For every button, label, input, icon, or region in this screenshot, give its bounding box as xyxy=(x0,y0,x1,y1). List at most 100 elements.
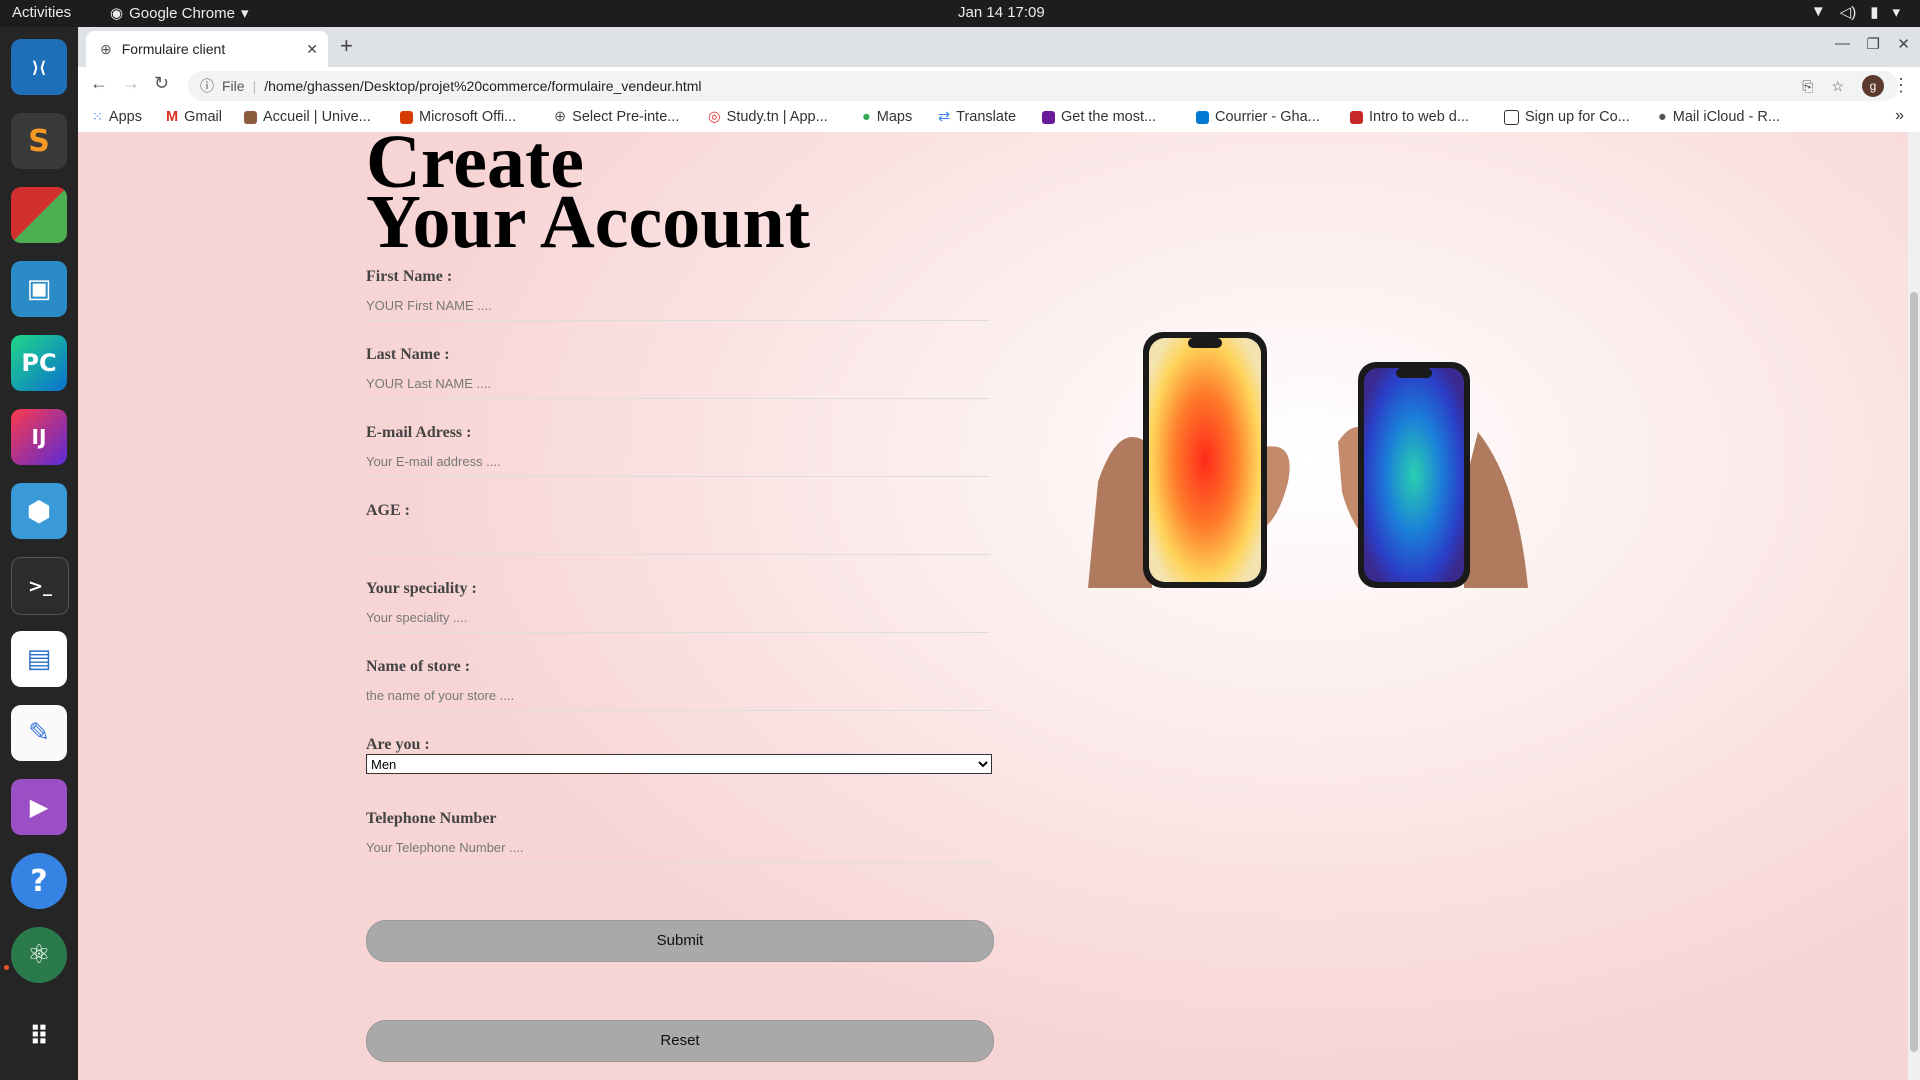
last-name-group: Last Name : xyxy=(366,346,990,399)
intellij-icon[interactable]: IJ xyxy=(11,409,67,465)
first-name-input[interactable] xyxy=(366,290,990,321)
bookmark-courrier[interactable]: Courrier - Gha... xyxy=(1196,109,1320,125)
document-viewer-icon[interactable]: ▤ xyxy=(11,631,67,687)
tab-formulaire-client[interactable]: ⊕ Formulaire client ✕ xyxy=(86,31,328,67)
running-indicator xyxy=(4,965,9,970)
restore-icon[interactable]: ❐ xyxy=(1867,35,1880,53)
translate-icon[interactable]: ⎘ xyxy=(1802,78,1813,95)
url-separator: | xyxy=(252,78,257,94)
apps-grid-icon: ⁙ xyxy=(92,109,103,124)
speciality-input[interactable] xyxy=(366,602,990,633)
atom-icon[interactable]: ⚛ xyxy=(11,927,67,983)
age-group: AGE : xyxy=(366,502,990,555)
chrome-icon: ◉ xyxy=(110,5,124,22)
app-menu[interactable]: ◉ Google Chrome ▾ xyxy=(110,4,249,23)
close-tab-icon[interactable]: ✕ xyxy=(306,41,318,58)
telephone-input[interactable] xyxy=(366,832,990,863)
app-icon[interactable] xyxy=(11,187,67,243)
bookmark-label: Maps xyxy=(876,109,913,125)
bookmark-label: Translate xyxy=(956,109,1017,125)
store-name-label: Name of store : xyxy=(366,658,471,675)
system-tray[interactable]: ▼ ◁) ▮ ▾ xyxy=(1811,3,1900,21)
bookmark-label: Get the most... xyxy=(1061,109,1157,125)
minimize-icon[interactable]: — xyxy=(1835,35,1850,52)
more-bookmarks-icon[interactable]: » xyxy=(1895,107,1904,125)
bookmark-gmail[interactable]: M Gmail xyxy=(166,109,222,125)
email-input[interactable] xyxy=(366,446,990,477)
vscode-icon[interactable]: ⟩⟨ xyxy=(11,39,67,95)
first-name-group: First Name : xyxy=(366,268,990,321)
bookmark-label: Study.tn | App... xyxy=(726,109,828,125)
scrollbar-thumb[interactable] xyxy=(1910,292,1918,1052)
dock: ⟩⟨ S ▣ PC IJ ⬢ >_ ▤ ✎ ▶ ? ⚛ ⠿ xyxy=(0,27,78,1080)
submit-button[interactable]: Submit xyxy=(366,920,994,962)
battery-icon: ▮ xyxy=(1870,4,1879,21)
globe-icon: ⊕ xyxy=(554,109,567,125)
telephone-group: Telephone Number xyxy=(366,810,990,863)
close-window-icon[interactable]: ✕ xyxy=(1897,35,1910,53)
bookmark-label: Sign up for Co... xyxy=(1525,109,1630,125)
text-editor-icon[interactable]: ✎ xyxy=(11,705,67,761)
terminal-icon[interactable]: >_ xyxy=(11,557,69,615)
gender-select[interactable]: Men xyxy=(366,754,992,774)
maps-pin-icon: ● xyxy=(862,109,871,125)
translate-icon: ⇄ xyxy=(938,109,951,125)
bookmark-icloud[interactable]: ● Mail iCloud - R... xyxy=(1658,109,1780,125)
phone-orange xyxy=(1143,332,1267,588)
apple-icon: ● xyxy=(1658,109,1667,125)
reset-button[interactable]: Reset xyxy=(366,1020,994,1062)
netbeans-icon[interactable]: ⬢ xyxy=(11,483,67,539)
bookmark-study[interactable]: ◎ Study.tn | App... xyxy=(708,109,828,125)
chevron-down-icon: ▾ xyxy=(240,5,249,22)
new-tab-button[interactable]: + xyxy=(340,33,353,59)
store-name-input[interactable] xyxy=(366,680,990,711)
clock[interactable]: Jan 14 17:09 xyxy=(958,4,1045,21)
chrome-menu-icon[interactable]: ⋮ xyxy=(1892,75,1910,96)
gender-label: Are you : xyxy=(366,736,430,753)
outlook-icon xyxy=(1196,110,1209,124)
browser-toolbar: ← → ↻ ⓘ File | /home/ghassen/Desktop/pro… xyxy=(78,67,1920,105)
chevron-down-icon: ▾ xyxy=(1892,4,1900,21)
bookmark-select-pre[interactable]: ⊕ Select Pre-inte... xyxy=(554,109,679,125)
info-icon[interactable]: ⓘ xyxy=(200,76,214,96)
bookmark-accueil[interactable]: Accueil | Unive... xyxy=(244,109,371,125)
speciality-label: Your speciality : xyxy=(366,580,477,597)
app-name: Google Chrome xyxy=(129,4,235,22)
bookmark-maps[interactable]: ● Maps xyxy=(862,109,912,125)
pycharm-icon[interactable]: PC xyxy=(11,335,67,391)
age-input[interactable] xyxy=(366,524,990,555)
bookmark-label: Gmail xyxy=(184,109,222,125)
bookmark-sign-up[interactable]: Sign up for Co... xyxy=(1504,109,1630,125)
bookmark-label: Microsoft Offi... xyxy=(419,109,517,125)
sublime-text-icon[interactable]: S xyxy=(11,113,67,169)
forward-icon[interactable]: → xyxy=(122,73,140,94)
email-group: E-mail Adress : xyxy=(366,424,990,477)
office-icon xyxy=(400,110,413,124)
profile-avatar[interactable]: g xyxy=(1862,75,1884,97)
page-scrollbar[interactable] xyxy=(1908,132,1920,1080)
app-icon[interactable]: ▣ xyxy=(11,261,67,317)
help-icon[interactable]: ? xyxy=(11,853,67,909)
site-icon xyxy=(1042,110,1055,124)
speciality-group: Your speciality : xyxy=(366,580,990,633)
site-icon xyxy=(244,110,257,124)
bookmark-label: Select Pre-inte... xyxy=(572,109,680,125)
last-name-input[interactable] xyxy=(366,368,990,399)
back-icon[interactable]: ← xyxy=(90,73,108,94)
title-line-2: Your Account xyxy=(366,180,811,264)
bookmark-intro-web[interactable]: Intro to web d... xyxy=(1350,109,1469,125)
address-bar[interactable]: ⓘ File | /home/ghassen/Desktop/projet%20… xyxy=(188,71,1898,101)
bookmark-translate[interactable]: ⇄ Translate xyxy=(938,109,1016,125)
bookmark-get-the-most[interactable]: Get the most... xyxy=(1042,109,1156,125)
activities-button[interactable]: Activities xyxy=(12,4,71,21)
videos-icon[interactable]: ▶ xyxy=(11,779,67,835)
bookmark-star-icon[interactable]: ☆ xyxy=(1831,78,1844,95)
bookmark-label: Accueil | Unive... xyxy=(263,109,371,125)
bookmark-label: Courrier - Gha... xyxy=(1215,109,1320,125)
show-applications-icon[interactable]: ⠿ xyxy=(11,1009,67,1065)
bookmark-apps[interactable]: ⁙ Apps xyxy=(92,109,142,125)
bookmark-microsoft-office[interactable]: Microsoft Offi... xyxy=(400,109,516,125)
volume-icon: ◁) xyxy=(1839,4,1857,21)
reload-icon[interactable]: ↻ xyxy=(154,73,169,94)
email-label: E-mail Adress : xyxy=(366,424,472,441)
